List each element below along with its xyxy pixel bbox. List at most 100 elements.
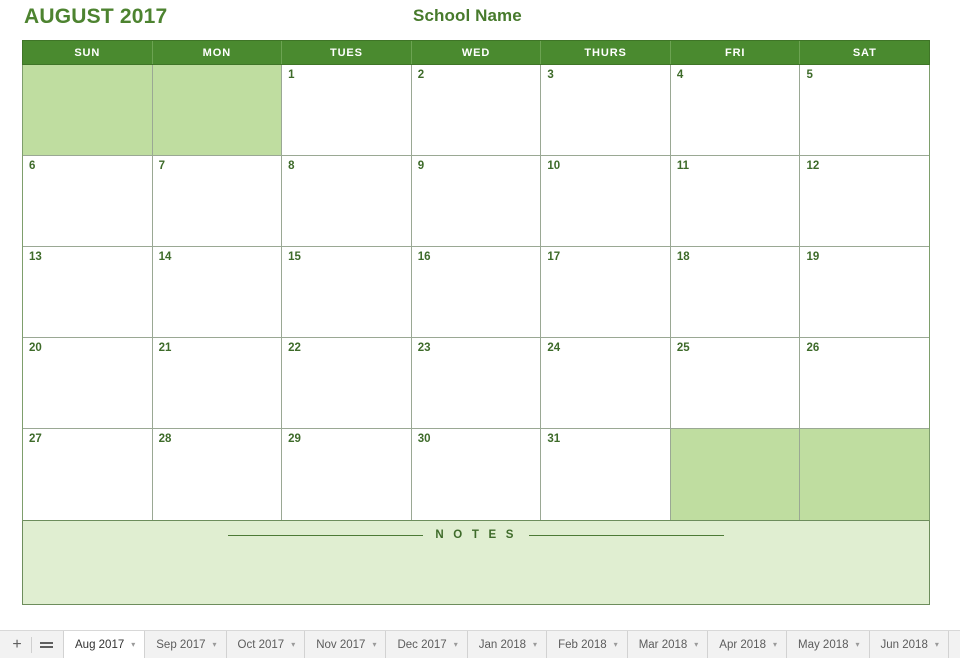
chevron-down-icon[interactable]: ▾ — [131, 640, 135, 649]
chevron-down-icon[interactable]: ▾ — [935, 640, 939, 649]
day-number: 1 — [288, 69, 295, 81]
day-cell[interactable]: 17 — [541, 247, 671, 337]
day-number: 7 — [158, 160, 165, 172]
day-cell[interactable]: 21 — [152, 338, 283, 428]
day-cell[interactable]: 22 — [282, 338, 412, 428]
day-cell-inactive[interactable] — [800, 429, 930, 520]
day-cell[interactable]: 29 — [282, 429, 412, 520]
sheet-tab-label: Jan 2018 — [478, 638, 527, 651]
chevron-down-icon[interactable]: ▾ — [773, 640, 777, 649]
chevron-down-icon[interactable]: ▾ — [291, 640, 295, 649]
chevron-down-icon[interactable]: ▾ — [856, 640, 860, 649]
day-number: 30 — [417, 433, 431, 445]
day-cell[interactable]: 20 — [23, 338, 153, 428]
sheet-tab-mar-2018[interactable]: Mar 2018 ▾ — [626, 631, 709, 658]
day-cell[interactable]: 25 — [670, 338, 801, 428]
chevron-down-icon[interactable]: ▾ — [694, 640, 698, 649]
day-cell[interactable]: 9 — [411, 156, 542, 246]
notes-section[interactable]: N O T E S — [22, 521, 930, 605]
day-cell[interactable]: 26 — [800, 338, 930, 428]
day-number: 6 — [29, 160, 36, 172]
sheet-tab-jan-2018[interactable]: Jan 2018 ▾ — [466, 631, 548, 658]
chevron-down-icon[interactable]: ▾ — [454, 640, 458, 649]
day-cell-inactive[interactable] — [670, 429, 801, 520]
day-cell[interactable]: 5 — [800, 65, 930, 155]
day-cell[interactable]: 18 — [670, 247, 801, 337]
school-name-field[interactable]: School Name — [413, 6, 522, 26]
sheet-tab-label: Sep 2017 — [156, 638, 206, 651]
day-cell[interactable]: 24 — [541, 338, 671, 428]
tool-divider — [31, 636, 32, 653]
day-cell[interactable]: 16 — [411, 247, 542, 337]
chevron-down-icon[interactable]: ▾ — [213, 640, 217, 649]
day-number: 16 — [417, 251, 431, 263]
sheet-tab-label: May 2018 — [798, 638, 849, 651]
sheet-tab-apr-2018[interactable]: Apr 2018 ▾ — [707, 631, 787, 658]
sheet-tab-label: Apr 2018 — [719, 638, 766, 651]
add-sheet-button[interactable]: + — [4, 632, 30, 658]
sheet-tabs: Aug 2017 ▾ Sep 2017 ▾ Oct 2017 ▾ Nov 2017 ▾ Dec … — [63, 631, 960, 658]
day-number: 11 — [676, 160, 690, 172]
weekday-header-thurs: THURS — [541, 41, 671, 64]
day-cell-inactive[interactable] — [152, 65, 283, 155]
day-cell[interactable]: 14 — [152, 247, 283, 337]
notes-label: N O T E S — [435, 529, 517, 541]
day-cell[interactable]: 15 — [282, 247, 412, 337]
day-cell[interactable]: 19 — [800, 247, 930, 337]
week-row: 13 14 15 16 17 18 19 — [23, 247, 930, 338]
day-cell[interactable]: 31 — [541, 429, 671, 520]
day-cell[interactable]: 7 — [152, 156, 283, 246]
calendar-weeks: 1 2 3 4 5 6 7 8 9 10 11 12 13 14 15 16 17 18 19 20 21 22 23 24 2… — [22, 65, 930, 521]
sheet-tab-may-2018[interactable]: May 2018 ▾ — [786, 631, 870, 658]
day-cell[interactable]: 6 — [23, 156, 153, 246]
weekday-header-sat: SAT — [852, 46, 877, 59]
chevron-down-icon[interactable]: ▾ — [372, 640, 376, 649]
day-number: 13 — [29, 251, 42, 263]
day-number: 31 — [547, 433, 561, 445]
spreadsheet-canvas: AUGUST 2017 School Name SUN MON TUES WED THU… — [0, 0, 960, 630]
day-cell[interactable]: 2 — [411, 65, 542, 155]
week-row: 1 2 3 4 5 — [23, 65, 930, 156]
all-sheets-button[interactable] — [33, 632, 59, 658]
calendar-grid: SUN MON TUES WED THURS FRI SAT 1 2 3 4 5 6 7 8 9 10 11 12… — [22, 40, 930, 609]
hamburger-icon — [39, 640, 53, 650]
chevron-down-icon[interactable]: ▾ — [614, 640, 618, 649]
day-cell[interactable]: 3 — [541, 65, 671, 155]
day-cell[interactable]: 4 — [670, 65, 801, 155]
day-cell[interactable]: 10 — [541, 156, 671, 246]
day-cell[interactable]: 13 — [23, 247, 153, 337]
day-cell[interactable]: 23 — [411, 338, 542, 428]
sheet-tab-nov-2017[interactable]: Nov 2017 ▾ — [304, 631, 387, 658]
day-number: 25 — [676, 342, 690, 354]
sheet-tab-aug-2017[interactable]: Aug 2017 ▾ — [63, 631, 146, 658]
week-row: 6 7 8 9 10 11 12 — [23, 156, 930, 247]
sheet-tab-dec-2017[interactable]: Dec 2017 ▾ — [385, 631, 468, 658]
page-title: AUGUST 2017 — [24, 5, 168, 28]
day-cell[interactable]: 30 — [411, 429, 542, 520]
sheet-tab-sep-2017[interactable]: Sep 2017 ▾ — [144, 631, 227, 658]
day-number: 22 — [288, 342, 301, 354]
day-number: 19 — [806, 251, 820, 263]
day-number: 3 — [547, 69, 554, 81]
notes-rule-left — [228, 534, 424, 536]
day-number: 14 — [158, 251, 172, 263]
day-number: 18 — [676, 251, 690, 263]
weekday-header-wed: WED — [412, 41, 542, 64]
day-cell[interactable]: 8 — [282, 156, 412, 246]
chevron-down-icon[interactable]: ▾ — [533, 640, 537, 649]
sheet-tab-oct-2017[interactable]: Oct 2017 ▾ — [225, 631, 306, 658]
day-number: 15 — [288, 251, 301, 263]
day-number: 28 — [158, 433, 172, 445]
day-cell[interactable]: 28 — [152, 429, 283, 520]
day-number: 8 — [288, 160, 295, 172]
day-cell[interactable]: 1 — [282, 65, 412, 155]
sheet-tab-label: Dec 2017 — [397, 638, 447, 651]
sheet-tab-jun-2018[interactable]: Jun 2018 ▾ — [868, 631, 949, 658]
sheet-tab-label: Aug 2017 — [75, 638, 125, 651]
day-cell[interactable]: 27 — [23, 429, 153, 520]
day-cell[interactable]: 12 — [800, 156, 930, 246]
day-cell[interactable]: 11 — [670, 156, 801, 246]
weekday-header-fri: FRI — [671, 41, 801, 64]
day-cell-inactive[interactable] — [23, 65, 153, 155]
sheet-tab-feb-2018[interactable]: Feb 2018 ▾ — [546, 631, 628, 658]
